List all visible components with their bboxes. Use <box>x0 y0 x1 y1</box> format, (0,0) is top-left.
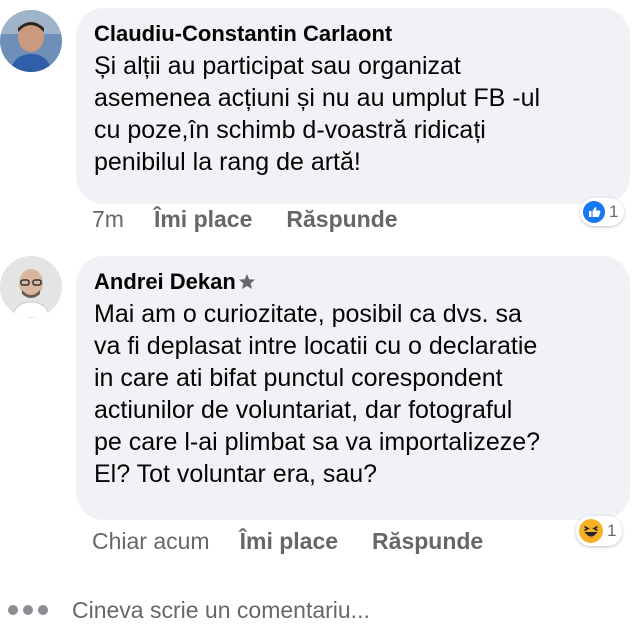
comment-actions: Chiar acum Îmi place Răspunde <box>92 528 517 555</box>
typing-dots-icon <box>8 605 48 615</box>
dot <box>38 605 48 615</box>
comment-bubble: Claudiu-Constantin Carlaont Și alții au … <box>76 8 630 204</box>
dot <box>8 605 18 615</box>
comment-author[interactable]: Andrei Dekan <box>94 268 612 296</box>
author-name[interactable]: Andrei Dekan <box>94 268 236 296</box>
reply-button[interactable]: Răspunde <box>372 528 483 555</box>
reaction-summary[interactable]: 1 <box>580 198 625 226</box>
comment-time[interactable]: 7m <box>92 206 124 233</box>
comments-section: Claudiu-Constantin Carlaont Și alții au … <box>0 0 640 632</box>
typing-status-text: Cineva scrie un comentariu... <box>72 596 370 623</box>
typing-indicator: Cineva scrie un comentariu... <box>0 590 640 630</box>
comment-author[interactable]: Claudiu-Constantin Carlaont <box>94 20 612 48</box>
like-button[interactable]: Îmi place <box>154 206 252 233</box>
comment-time[interactable]: Chiar acum <box>92 528 210 555</box>
comment-actions: 7m Îmi place Răspunde <box>92 206 432 233</box>
avatar[interactable] <box>0 256 62 318</box>
comment-text: Și alții au participat sau organizat ase… <box>94 52 541 176</box>
reply-button[interactable]: Răspunde <box>286 206 397 233</box>
reaction-summary[interactable]: 1 <box>576 516 623 546</box>
comment-bubble: Andrei Dekan Mai am o curiozitate, posib… <box>76 256 630 520</box>
haha-icon <box>579 519 603 543</box>
author-name[interactable]: Claudiu-Constantin Carlaont <box>94 20 392 48</box>
star-badge-icon <box>238 273 256 291</box>
dot <box>23 605 33 615</box>
reaction-count: 1 <box>607 521 617 540</box>
comment-text: Mai am o curiozitate, posibil ca dvs. sa… <box>94 300 541 488</box>
reaction-count: 1 <box>609 202 619 221</box>
like-icon <box>583 201 605 223</box>
avatar[interactable] <box>0 10 62 72</box>
like-button[interactable]: Îmi place <box>240 528 338 555</box>
